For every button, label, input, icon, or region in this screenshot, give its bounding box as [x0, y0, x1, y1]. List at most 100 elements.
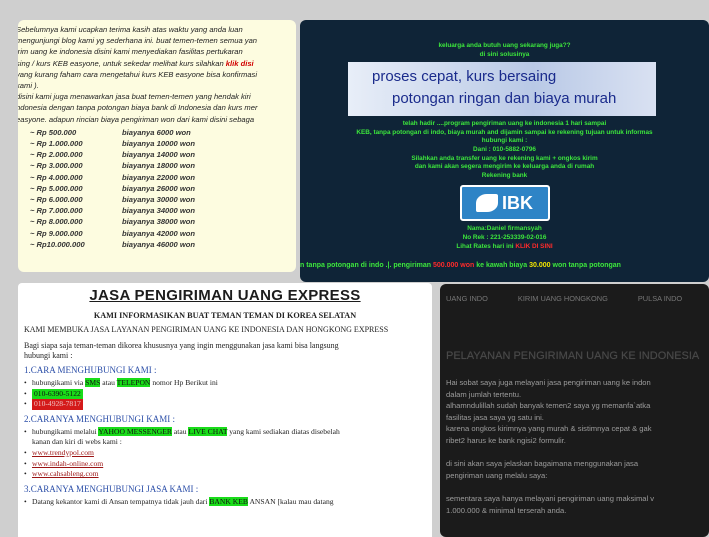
dark-blog-panel: UANG INDO KIRIM UANG HONGKONG PULSA INDO…: [440, 284, 709, 537]
post-line: fasilitas jasa saya yg satu ini.: [446, 412, 544, 422]
live-chat-highlight: LIVE CHAT: [188, 426, 228, 436]
rates-blog-panel: Sebelumnya kami ucapkan terima kasih ata…: [18, 20, 296, 272]
ibk-logo-icon: [476, 194, 498, 213]
bank-logo-text: IBK: [502, 192, 533, 213]
intro-line: mengunjungi blog kami yg sederhana ini. …: [18, 36, 258, 46]
intro-line: yang kurang faham cara mengetahui kurs K…: [18, 69, 258, 79]
post-line: pengiriman uang melalu saya:: [446, 470, 548, 480]
phone-number-1[interactable]: 010-6390-5122: [32, 388, 83, 400]
post-line: sementara saya hanya melayani pengiriman…: [446, 493, 655, 503]
post-line: ribet2 harus ke bank ngisi2 formulir.: [446, 435, 566, 445]
telepon-highlight: TELEPON: [116, 378, 151, 387]
site-link[interactable]: www.trendypol.com: [32, 448, 94, 457]
list-item: hubungikami melalui YAHOO MESSENGER atau…: [24, 426, 426, 438]
kurs-link[interactable]: klik disi: [226, 59, 254, 68]
info-line: hubungi kami :: [481, 137, 528, 145]
ticker-fee: 30.000: [529, 262, 551, 269]
rate-fee: biayanya 42000 won: [122, 228, 196, 238]
rate-amount: ~ Rp 8.000.000: [30, 217, 83, 227]
intro-line: ndonesia dengan tanpa potongan biaya ban…: [18, 103, 258, 113]
ibk-bank-logo: IBK: [459, 185, 550, 222]
text: yang kami sediakan diatas disebelah: [227, 426, 340, 436]
rate-amount: ~ Rp 4.000.000: [30, 172, 83, 182]
rate-fee: biayanya 38000 won: [122, 217, 196, 227]
nav-item-uang-indo[interactable]: UANG INDO: [446, 294, 488, 303]
rate-fee: biayanya 14000 won: [122, 150, 196, 160]
phone-number-2[interactable]: 010-4928-7817: [32, 399, 83, 410]
info-line: Rekening bank: [481, 171, 528, 179]
promo-banner[interactable]: proses cepat, kurs bersaing potongan rin…: [348, 62, 656, 117]
ticker-text: n tanpa potongan di indo .|. pengiriman: [300, 262, 434, 269]
rate-row: ~ Rp 8.000.000 biayanya 38000 won: [18, 216, 296, 227]
list-item: www.cahsableng.com: [24, 469, 426, 480]
promo-headline: keluarga anda butuh uang sekarang juga??: [438, 42, 571, 49]
list-item: www.trendypol.com: [24, 448, 426, 459]
rate-fee: biayanya 46000 won: [122, 239, 196, 249]
site-link[interactable]: www.cahsableng.com: [32, 469, 99, 478]
rate-row: ~ Rp 500.000 biayanya 6000 won: [18, 127, 296, 138]
rate-amount: ~ Rp 9.000.000: [30, 228, 83, 238]
intro-text: Bagi siapa saja teman-teman dikorea khus…: [24, 341, 339, 350]
rate-row: ~ Rp 7.000.000 biayanya 34000 won: [18, 205, 296, 216]
intro-line: disini kami juga menawarkan jasa buat te…: [18, 92, 251, 102]
bank-keb-highlight: BANK KEB: [209, 496, 248, 506]
promo-subheadline: di sini solusinya: [479, 50, 530, 58]
rate-row: ~ Rp 1.000.000 biayanya 10000 won: [18, 138, 296, 149]
text: ANSAN [kalau mau datang: [247, 496, 334, 506]
section-heading: 2.CARANYA MENGHUBUNGI KAMI :: [24, 413, 176, 424]
page-title: JASA PENGIRIMAN UANG EXPRESS: [89, 287, 361, 304]
post-title[interactable]: PELAYANAN PENGIRIMAN UANG KE INDONESIA: [446, 350, 699, 362]
info-line: Silahkan anda transfer uang ke rekening …: [411, 154, 598, 162]
intro-line: sing / kurs KEB easyone, untuk sekedar m…: [18, 58, 224, 68]
rate-row: ~ Rp 9.000.000 biayanya 42000 won: [18, 228, 296, 239]
info-line: dan kami akan segera mengirim ke keluarg…: [414, 163, 595, 171]
rate-row: ~ Rp 4.000.000 biayanya 22000 won: [18, 172, 296, 183]
post-line: Hai sobat saya juga melayani jasa pengir…: [446, 378, 651, 387]
account-name: Nama:Daniel firmansyah: [467, 225, 542, 233]
intro-paragraph: Sebelumnya kami ucapkan terima kasih ata…: [18, 24, 296, 125]
intro-line-with-link: sing / kurs KEB easyone, untuk sekedar m…: [18, 58, 296, 69]
info-line: telah hadir ....program pengiriman uang …: [402, 120, 607, 128]
rate-fee: biayanya 34000 won: [122, 206, 196, 216]
site-link[interactable]: www.indah-online.com: [32, 459, 103, 468]
section-heading: 3.CARANYA MENGHUBUNGI JASA KAMI :: [24, 483, 199, 494]
rate-amount: ~ Rp10.000.000: [30, 239, 85, 249]
text: hubungikami melalui: [32, 426, 99, 436]
text: nomor Hp Berikut ini: [150, 378, 218, 387]
intro-line: kami ).: [18, 81, 39, 91]
rates-prefix: Lihat Rates hari ini: [456, 242, 516, 250]
rates-link[interactable]: KLIK DI SINI: [515, 243, 552, 250]
intro-line: easyone. adapun rincian biaya pengiriman…: [18, 114, 255, 124]
rate-fee: biayanya 26000 won: [122, 183, 196, 193]
promo-panel: keluarga anda butuh uang sekarang juga??…: [300, 20, 709, 282]
contact-line: Dani : 010-5882-0796: [473, 145, 536, 153]
rate-amount: ~ Rp 6.000.000: [30, 195, 83, 205]
list-item: 010-4928-7817: [24, 399, 426, 410]
scrolling-ticker: n tanpa potongan di indo .|. pengiriman …: [300, 262, 621, 269]
nav-item-kirim-uang-hongkong[interactable]: KIRIM UANG HONGKONG: [518, 294, 608, 303]
ticker-amount: 500.000 won: [433, 262, 475, 269]
rate-fee: biayanya 30000 won: [122, 195, 196, 205]
post-line: 1.000.000 & minimal terserah anda.: [446, 505, 567, 515]
section-heading: 1.CARA MENGHUBUNGI KAMI :: [24, 365, 157, 375]
text: hubungikami via: [32, 378, 86, 387]
rate-amount: ~ Rp 5.000.000: [30, 183, 83, 193]
banner-line-2: potongan ringan dan biaya murah: [392, 90, 617, 108]
rate-fee: biayanya 22000 won: [122, 172, 196, 182]
list-item: 010-6390-5122: [24, 388, 426, 400]
post-line: di sini akan saya jelaskan bagaimana men…: [446, 459, 639, 469]
top-nav: UANG INDO KIRIM UANG HONGKONG PULSA INDO: [440, 284, 709, 303]
text: atau: [100, 378, 117, 387]
rate-fee: biayanya 18000 won: [122, 161, 196, 171]
list-item: hubungikami via SMS atau TELEPON nomor H…: [24, 378, 426, 389]
text: Datang kekantor kami di Ansan tempatnya …: [32, 496, 210, 506]
banner-line-1: proses cepat, kurs bersaing: [372, 68, 557, 86]
rate-fee: biayanya 6000 won: [122, 127, 191, 137]
rate-list: ~ Rp 500.000 biayanya 6000 won ~ Rp 1.000…: [18, 127, 296, 250]
express-service-panel: JASA PENGIRIMAN UANG EXPRESS KAMI INFORM…: [18, 283, 432, 537]
post-line: alhamndulillah sudah banyak temen2 saya …: [446, 401, 651, 411]
nav-item-pulsa-indo[interactable]: PULSA INDO: [638, 294, 682, 303]
rate-amount: ~ Rp 2.000.000: [30, 150, 83, 160]
page-subtitle: KAMI INFORMASIKAN BUAT TEMAN TEMAN DI KO…: [93, 311, 357, 320]
